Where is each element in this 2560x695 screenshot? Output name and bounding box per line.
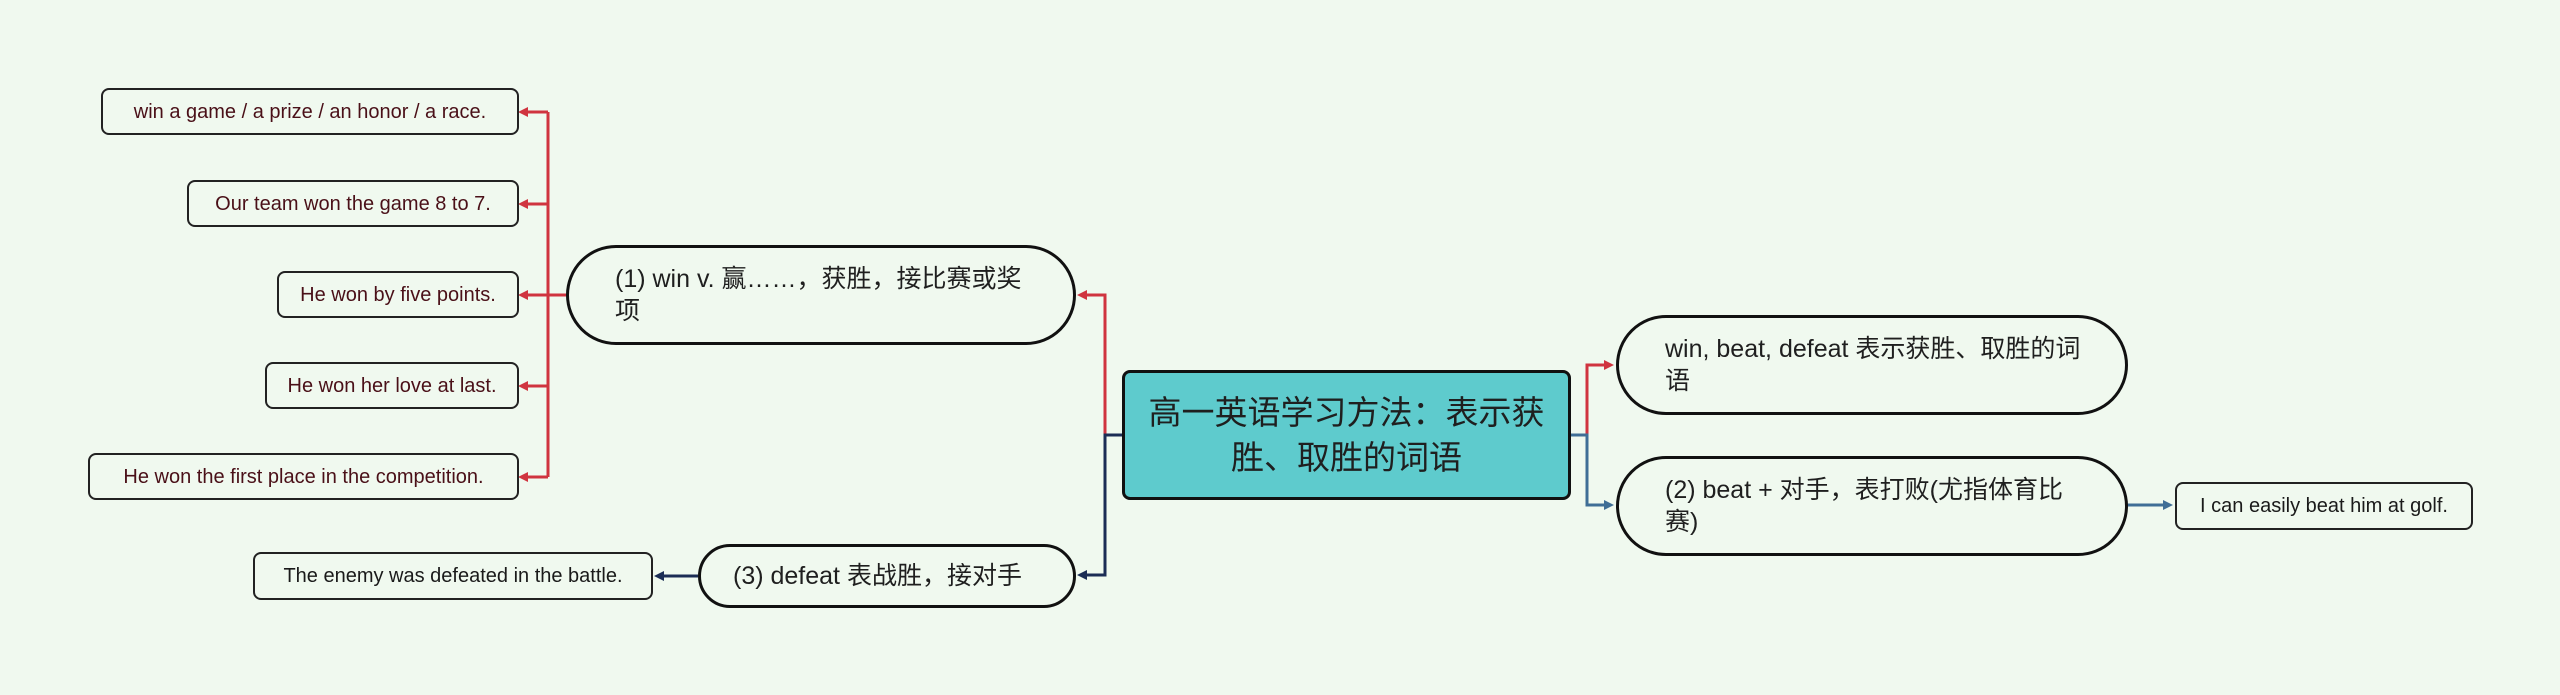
- root-topic-title: 高一英语学习方法：表示获胜、取胜的词语: [1148, 394, 1545, 476]
- example-text: win a game / a prize / an honor / a race…: [133, 100, 487, 123]
- example-node[interactable]: The enemy was defeated in the battle.: [253, 552, 653, 600]
- example-text: He won her love at last.: [287, 374, 497, 397]
- arrowhead-defeat: [1077, 570, 1087, 580]
- arrowhead-example-4: [518, 381, 528, 391]
- branch-label-beat: (2) beat + 对手，表打败(尤指体育比赛): [1665, 476, 2063, 536]
- example-node[interactable]: He won by five points.: [277, 271, 519, 318]
- branch-node-win[interactable]: (1) win v. 赢……，获胜，接比赛或奖项: [566, 245, 1076, 345]
- arrowhead-example-3: [518, 290, 528, 300]
- example-text: The enemy was defeated in the battle.: [283, 565, 623, 587]
- example-node[interactable]: Our team won the game 8 to 7.: [187, 180, 519, 227]
- branch-label-defeat: (3) defeat 表战胜，接对手: [733, 562, 1022, 590]
- example-node[interactable]: He won her love at last.: [265, 362, 519, 409]
- example-text: Our team won the game 8 to 7.: [215, 192, 491, 215]
- example-node[interactable]: win a game / a prize / an honor / a race…: [101, 88, 519, 135]
- arrowhead-beat-example: [2163, 500, 2173, 510]
- connector-root-to-beat: [1571, 433, 1606, 507]
- branch-label-win: (1) win v. 赢……，获胜，接比赛或奖项: [615, 265, 1022, 325]
- arrowhead-intro: [1604, 360, 1614, 370]
- connector-root-to-win: [1083, 293, 1122, 437]
- example-text: I can easily beat him at golf.: [2200, 495, 2448, 517]
- arrowhead-example-1: [518, 107, 528, 117]
- branch-node-defeat[interactable]: (3) defeat 表战胜，接对手: [698, 544, 1076, 608]
- arrowhead-example-5: [518, 472, 528, 482]
- arrowhead-win: [1077, 290, 1087, 300]
- example-text: He won by five points.: [300, 283, 496, 306]
- branch-node-beat[interactable]: (2) beat + 对手，表打败(尤指体育比赛): [1616, 456, 2128, 556]
- root-topic-node[interactable]: 高一英语学习方法：表示获胜、取胜的词语: [1122, 370, 1571, 500]
- example-node[interactable]: He won the first place in the competitio…: [88, 453, 519, 500]
- connector-root-to-defeat: [1083, 433, 1122, 577]
- arrowhead-defeat-example: [654, 571, 664, 581]
- arrowhead-beat: [1604, 500, 1614, 510]
- connector-win-examples: [526, 110, 566, 479]
- arrowhead-example-2: [518, 199, 528, 209]
- connector-root-to-intro: [1571, 363, 1606, 437]
- example-text: He won the first place in the competitio…: [123, 465, 484, 488]
- example-node[interactable]: I can easily beat him at golf.: [2175, 482, 2473, 530]
- branch-node-intro[interactable]: win, beat, defeat 表示获胜、取胜的词语: [1616, 315, 2128, 415]
- branch-label-intro: win, beat, defeat 表示获胜、取胜的词语: [1665, 335, 2081, 395]
